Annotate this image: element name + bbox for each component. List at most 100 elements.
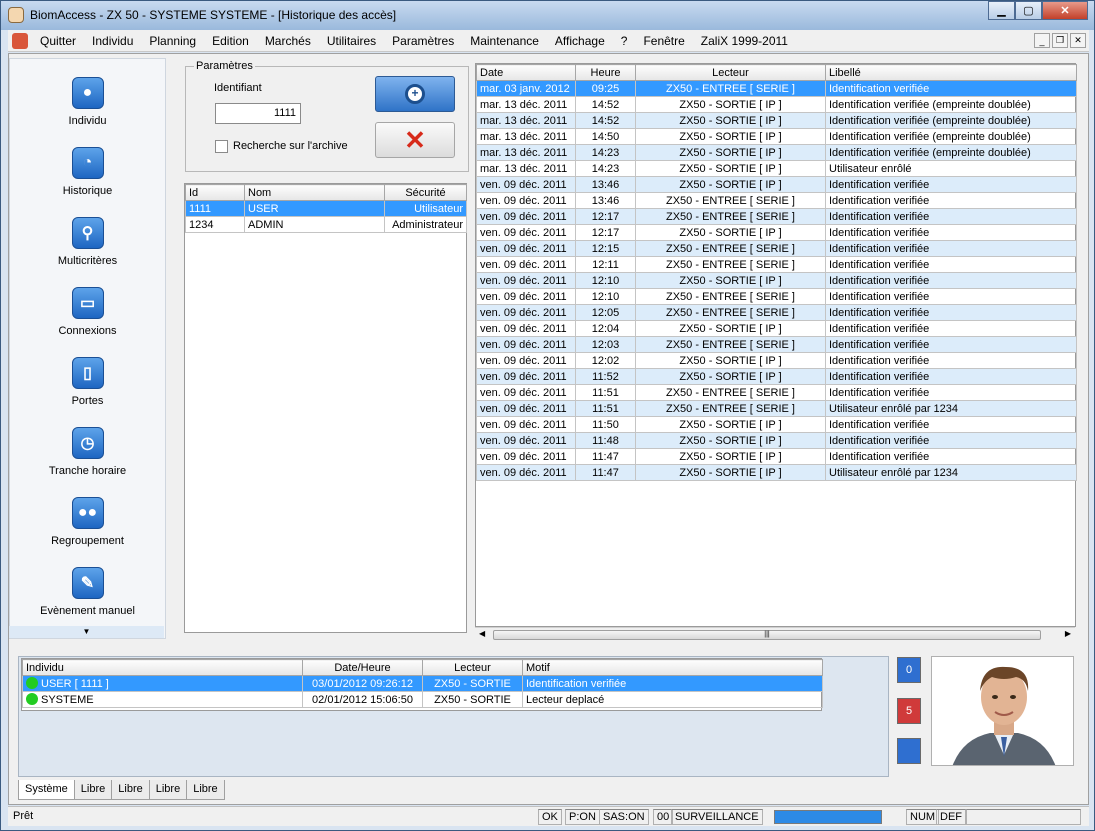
history-row[interactable]: ven. 09 déc. 2011 11:52 ZX50 - SORTIE [ IP… [476, 368, 1077, 385]
history-row[interactable]: mar. 13 déc. 2011 14:23 ZX50 - SORTIE [ IP… [476, 144, 1077, 161]
column-header-motif[interactable]: Motif [522, 659, 823, 676]
menu-quitter[interactable]: Quitter [32, 34, 84, 48]
nav-connexions[interactable]: ▭ Connexions [10, 287, 165, 353]
history-row[interactable]: mar. 03 janv. 2012 09:25 ZX50 - ENTREE [ S… [476, 80, 1077, 97]
column-header-lecteur[interactable]: Lecteur [635, 64, 826, 81]
nav-portes[interactable]: ▯ Portes [10, 357, 165, 423]
history-cell: ZX50 - ENTREE [ SERIE ] [635, 240, 826, 257]
history-row[interactable]: ven. 09 déc. 2011 11:50 ZX50 - SORTIE [ IP… [476, 416, 1077, 433]
column-header-libelle[interactable]: Libellé [825, 64, 1077, 81]
history-row[interactable]: ven. 09 déc. 2011 12:10 ZX50 - ENTREE [ SE… [476, 288, 1077, 305]
menu-maintenance[interactable]: Maintenance [462, 34, 547, 48]
horizontal-scrollbar[interactable]: ◀ ||| ▶ [475, 627, 1075, 641]
maximize-button[interactable]: ▢ [1015, 1, 1042, 20]
archive-checkbox[interactable] [215, 140, 228, 153]
menu-marches[interactable]: Marchés [257, 34, 319, 48]
history-row[interactable]: ven. 09 déc. 2011 12:02 ZX50 - SORTIE [ IP… [476, 352, 1077, 369]
menu-help[interactable]: ? [613, 34, 636, 48]
nav-multicriteres[interactable]: ⚲ Multicritères [10, 217, 165, 283]
scroll-left-icon[interactable]: ◀ [479, 629, 485, 638]
history-cell: ven. 09 déc. 2011 [476, 384, 576, 401]
column-header-heure[interactable]: Heure [575, 64, 636, 81]
nav-tranche-horaire[interactable]: ◷ Tranche horaire [10, 427, 165, 493]
history-row[interactable]: ven. 09 déc. 2011 11:48 ZX50 - SORTIE [ IP… [476, 432, 1077, 449]
identifiant-input[interactable]: 1111 [215, 103, 301, 124]
status-empty [966, 809, 1081, 825]
column-header-date-heure[interactable]: Date/Heure [302, 659, 423, 676]
menu-planning[interactable]: Planning [141, 34, 204, 48]
nav-label: Regroupement [51, 535, 124, 547]
history-row[interactable]: ven. 09 déc. 2011 13:46 ZX50 - SORTIE [ IP… [476, 176, 1077, 193]
nav-regroupement[interactable]: ●● Regroupement [10, 497, 165, 563]
history-row[interactable]: ven. 09 déc. 2011 11:47 ZX50 - SORTIE [ IP… [476, 464, 1077, 481]
tab-libre-1[interactable]: Libre [73, 780, 113, 800]
history-row[interactable]: ven. 09 déc. 2011 11:47 ZX50 - SORTIE [ IP… [476, 448, 1077, 465]
close-button[interactable]: ✕ [1042, 1, 1088, 20]
history-row[interactable]: ven. 09 déc. 2011 12:17 ZX50 - SORTIE [ IP… [476, 224, 1077, 241]
menu-about[interactable]: ZaliX 1999-2011 [693, 34, 796, 48]
scrollbar-thumb[interactable]: ||| [493, 630, 1041, 640]
history-row[interactable]: mar. 13 déc. 2011 14:50 ZX50 - SORTIE [ IP… [476, 128, 1077, 145]
search-button[interactable]: + [375, 76, 455, 112]
menu-affichage[interactable]: Affichage [547, 34, 613, 48]
history-row[interactable]: ven. 09 déc. 2011 12:11 ZX50 - ENTREE [ SE… [476, 256, 1077, 273]
counter-button-blank[interactable] [897, 738, 921, 764]
users-cell: 1111 [185, 200, 245, 217]
mdi-close-button[interactable]: ✕ [1070, 33, 1086, 48]
history-row[interactable]: ven. 09 déc. 2011 13:46 ZX50 - ENTREE [ SE… [476, 192, 1077, 209]
column-header-individu[interactable]: Individu [22, 659, 303, 676]
nav-scroll-down-button[interactable]: ▼ [9, 626, 164, 638]
mdi-minimize-button[interactable]: _ [1034, 33, 1050, 48]
history-row[interactable]: ven. 09 déc. 2011 12:05 ZX50 - ENTREE [ SE… [476, 304, 1077, 321]
mdi-restore-button[interactable]: ❐ [1052, 33, 1068, 48]
counter-button-blue[interactable]: 0 [897, 657, 921, 683]
column-header-securite[interactable]: Sécurité [384, 184, 467, 201]
tab-systeme[interactable]: Système [18, 780, 75, 800]
history-row[interactable]: ven. 09 déc. 2011 12:10 ZX50 - SORTIE [ IP… [476, 272, 1077, 289]
column-header-date[interactable]: Date [476, 64, 576, 81]
history-cell: ZX50 - SORTIE [ IP ] [635, 272, 826, 289]
events-row[interactable]: USER [ 1111 ] 03/01/2012 09:26:12 ZX50 - S… [22, 675, 823, 692]
tab-libre-2[interactable]: Libre [111, 780, 150, 800]
history-cell: 11:48 [575, 432, 636, 449]
title-bar[interactable]: BiomAccess - ZX 50 - SYSTEME SYSTEME - [… [1, 1, 1094, 30]
menu-parametres[interactable]: Paramètres [384, 34, 462, 48]
menu-utilitaires[interactable]: Utilitaires [319, 34, 384, 48]
history-row[interactable]: mar. 13 déc. 2011 14:52 ZX50 - SORTIE [ IP… [476, 96, 1077, 113]
tab-libre-3[interactable]: Libre [148, 780, 188, 800]
history-cell: Identification verifiée [825, 416, 1077, 433]
column-header-id[interactable]: Id [185, 184, 245, 201]
scroll-right-icon[interactable]: ▶ [1065, 629, 1071, 638]
users-row[interactable]: 1234 ADMIN Administrateur [185, 216, 467, 233]
menu-edition[interactable]: Edition [204, 34, 257, 48]
history-cell: Utilisateur enrôlé par 1234 [825, 464, 1077, 481]
nav-individu[interactable]: ● Individu [10, 77, 165, 143]
history-row[interactable]: ven. 09 déc. 2011 12:04 ZX50 - SORTIE [ IP… [476, 320, 1077, 337]
history-cell: Identification verifiée [825, 224, 1077, 241]
history-cell: 14:23 [575, 144, 636, 161]
history-row[interactable]: ven. 09 déc. 2011 12:03 ZX50 - ENTREE [ SE… [476, 336, 1077, 353]
cancel-button[interactable]: ✕ [375, 122, 455, 158]
status-pon: P:ON [565, 809, 600, 825]
counter-button-red[interactable]: 5 [897, 698, 921, 724]
navigation-panel: ● Individu ◔ Historique ⚲ Multicritères … [9, 58, 166, 639]
column-header-nom[interactable]: Nom [244, 184, 385, 201]
nav-historique[interactable]: ◔ Historique [10, 147, 165, 213]
column-header-lecteur[interactable]: Lecteur [422, 659, 523, 676]
history-row[interactable]: ven. 09 déc. 2011 12:15 ZX50 - ENTREE [ SE… [476, 240, 1077, 257]
users-row[interactable]: 1111 USER Utilisateur [185, 200, 467, 217]
history-row[interactable]: ven. 09 déc. 2011 12:17 ZX50 - ENTREE [ SE… [476, 208, 1077, 225]
history-row[interactable]: ven. 09 déc. 2011 11:51 ZX50 - ENTREE [ SE… [476, 384, 1077, 401]
tab-libre-4[interactable]: Libre [186, 780, 225, 800]
minimize-button[interactable]: ▁ [988, 1, 1015, 20]
history-cell: Utilisateur enrôlé [825, 160, 1077, 177]
history-row[interactable]: ven. 09 déc. 2011 11:51 ZX50 - ENTREE [ SE… [476, 400, 1077, 417]
history-row[interactable]: mar. 13 déc. 2011 14:52 ZX50 - SORTIE [ IP… [476, 112, 1077, 129]
nav-evenement-manuel[interactable]: ✎ Evènement manuel [10, 567, 165, 633]
events-row[interactable]: SYSTEME 02/01/2012 15:06:50 ZX50 - SORTIE L… [22, 691, 823, 708]
archive-label[interactable]: Recherche sur l'archive [233, 140, 348, 152]
menu-individu[interactable]: Individu [84, 34, 141, 48]
history-cell: Identification verifiée (empreinte doubl… [825, 112, 1077, 129]
menu-fenetre[interactable]: Fenêtre [635, 34, 692, 48]
history-row[interactable]: mar. 13 déc. 2011 14:23 ZX50 - SORTIE [ IP… [476, 160, 1077, 177]
